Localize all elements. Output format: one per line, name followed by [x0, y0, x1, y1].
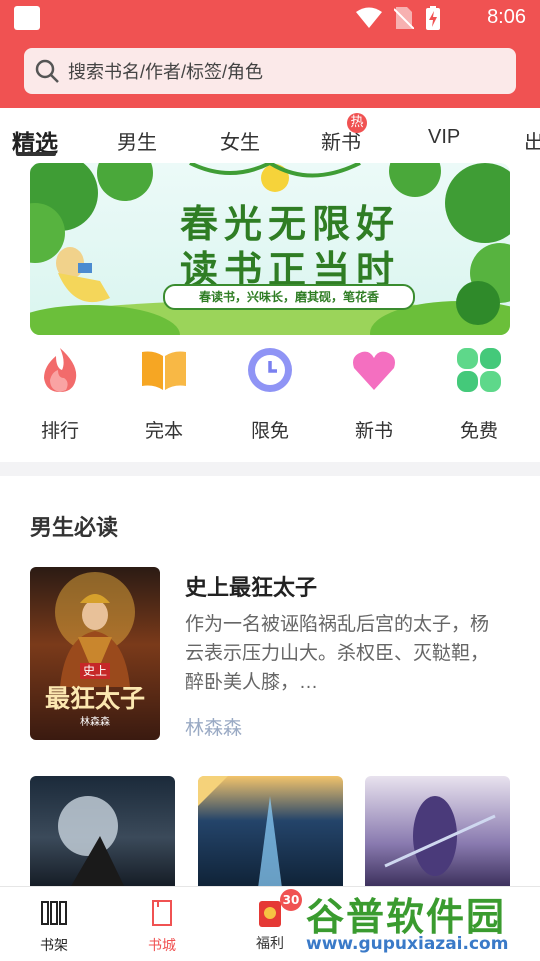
cover-small-title: 史上: [80, 663, 110, 679]
book-description: 作为一名被诬陷祸乱后宫的太子，杨云表示压力山大。杀权臣、灭鞑靼，醉卧美人膝，…: [185, 614, 490, 693]
active-tab-indicator: [16, 152, 56, 156]
thumbnail-art: [384, 796, 496, 876]
book-cover[interactable]: 史上 最狂太子 林森森: [30, 567, 160, 740]
tab-vip[interactable]: VIP: [428, 126, 460, 149]
cover-title: 最狂太子: [44, 684, 145, 713]
bookshelf-icon: [41, 901, 67, 925]
category-label: 完本: [144, 421, 183, 442]
watermark-url: www.gupuxiazai.com: [306, 934, 509, 954]
tab-female[interactable]: 女生: [220, 126, 260, 155]
status-bar: 8:06: [0, 0, 540, 36]
watermark: 谷普软件园 www.gupuxiazai.com: [296, 886, 540, 960]
battery-charging-icon: [426, 6, 440, 30]
category-label: 排行: [40, 421, 79, 442]
category-shortcuts: 排行 完本 限免 新书 免费: [0, 340, 540, 450]
thumbnail-art: [198, 776, 282, 888]
clock-time: 8:06: [487, 6, 526, 28]
cover-author: 林森森: [80, 717, 110, 728]
book-thumbnail[interactable]: [30, 776, 175, 888]
thumbnail-art: [58, 796, 125, 888]
book-thumbnail[interactable]: [198, 776, 343, 888]
banner-subtitle: 春读书，兴味长，磨其砚，笔花香: [163, 284, 415, 310]
heart-icon: [353, 351, 395, 390]
section-title: 男生必读: [30, 515, 119, 540]
open-book-icon: [142, 351, 186, 390]
section-divider: [0, 462, 540, 476]
category-label: 免费: [459, 421, 498, 442]
category-free[interactable]: 免费: [429, 340, 529, 443]
notification-icon: [14, 6, 40, 30]
clover-icon: [457, 348, 501, 392]
status-icons: [356, 6, 440, 30]
nav-label: 书架: [40, 937, 68, 953]
book-title[interactable]: 史上最狂太子: [185, 570, 317, 602]
category-label: 限免: [250, 421, 289, 442]
category-limited-free[interactable]: 限免: [220, 340, 320, 443]
wifi-icon: [356, 7, 382, 28]
flame-icon: [44, 348, 77, 392]
nav-bookstore[interactable]: 书城: [108, 887, 216, 955]
header: 搜索书名/作者/标签/角色: [0, 36, 540, 108]
clock-icon: [248, 348, 292, 392]
category-ranking[interactable]: 排行: [10, 340, 110, 443]
category-completed[interactable]: 完本: [114, 340, 214, 443]
search-icon: [35, 59, 59, 83]
category-tabs: 精选 男生 女生 新书 VIP 出: [0, 108, 540, 164]
tab-more[interactable]: 出: [524, 126, 540, 155]
hot-badge: 热: [347, 113, 367, 133]
book-author[interactable]: 林森森: [185, 713, 242, 740]
book-thumbnail[interactable]: [365, 776, 510, 888]
promo-banner[interactable]: 春光无限好 读书正当时 春读书，兴味长，磨其砚，笔花香: [30, 163, 510, 335]
category-label: 新书: [354, 421, 393, 442]
watermark-logo: 谷普软件园: [306, 895, 507, 939]
no-sim-icon: [394, 7, 414, 29]
category-new-books[interactable]: 新书: [324, 340, 424, 443]
nav-label: 书城: [148, 937, 176, 953]
nav-bookshelf[interactable]: 书架: [0, 887, 108, 955]
search-input[interactable]: 搜索书名/作者/标签/角色: [24, 48, 516, 94]
book-city-icon: [152, 900, 172, 926]
search-placeholder: 搜索书名/作者/标签/角色: [68, 62, 264, 82]
tab-male[interactable]: 男生: [117, 126, 157, 155]
